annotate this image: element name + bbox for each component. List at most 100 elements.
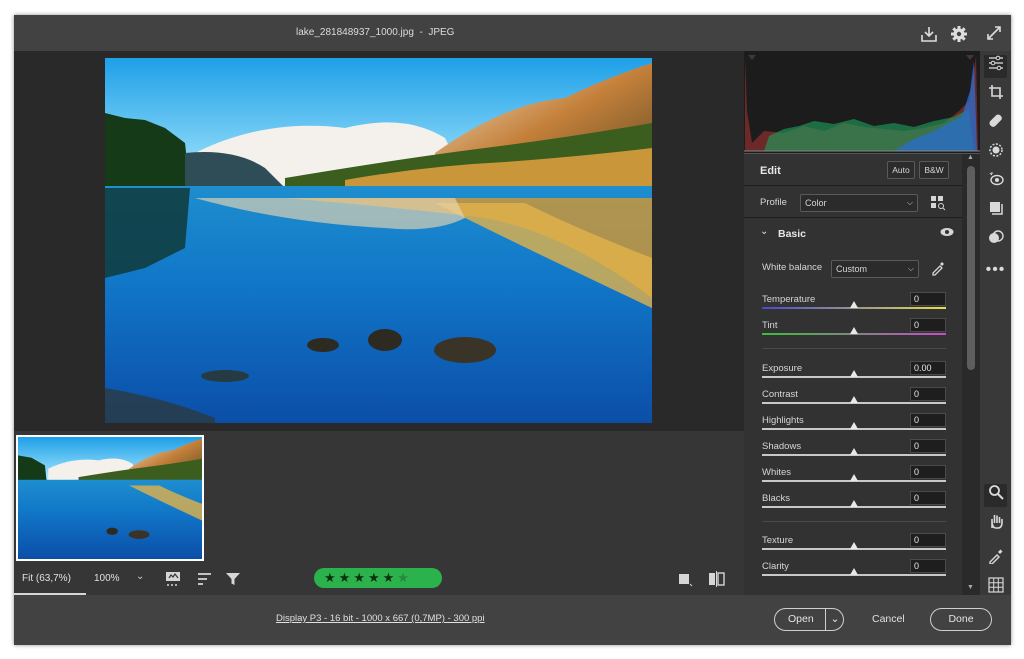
presets-icon[interactable]: [984, 229, 1007, 252]
slider-value-input[interactable]: 0: [910, 318, 946, 332]
filmstrip: [14, 431, 744, 565]
zoom-select[interactable]: 100%: [94, 573, 120, 584]
edit-title: Edit: [760, 165, 781, 177]
flag-filter-icon[interactable]: [164, 570, 184, 591]
eyedropper-icon[interactable]: [930, 260, 946, 279]
slider-label: Shadows: [762, 441, 802, 452]
filmstrip-thumbnail[interactable]: [16, 435, 204, 561]
fit-zoom-button[interactable]: Fit (63,7%): [14, 565, 86, 595]
panel-scrollbar[interactable]: ▲ ▼: [962, 154, 980, 595]
slider-thumb[interactable]: [850, 474, 858, 481]
chevron-down-icon[interactable]: ⌄: [825, 609, 844, 630]
healing-brush-icon[interactable]: [984, 113, 1007, 136]
slider-label: Contrast: [762, 389, 798, 400]
expand-icon[interactable]: [986, 25, 1002, 45]
slider-value-input[interactable]: 0.00: [910, 361, 946, 375]
slider-thumb[interactable]: [850, 448, 858, 455]
slider-value-input[interactable]: 0: [910, 292, 946, 306]
section-divider: [762, 521, 946, 522]
edit-header: Edit Auto B&W: [744, 154, 962, 186]
white-balance-label: White balance: [762, 262, 823, 273]
profile-browser-icon[interactable]: [930, 195, 946, 214]
done-button[interactable]: Done: [930, 608, 992, 631]
profile-label: Profile: [760, 197, 787, 208]
sort-icon[interactable]: [196, 570, 214, 591]
download-icon[interactable]: [920, 25, 938, 47]
slider-thumb[interactable]: [850, 327, 858, 334]
edit-panel: Edit Auto B&W Profile Color ⌵ ⌄ Basic Whi…: [744, 154, 980, 595]
gear-icon[interactable]: [950, 25, 968, 47]
workflow-options-link[interactable]: Display P3 - 16 bit - 1000 x 667 (0,7MP)…: [276, 613, 485, 624]
profile-value: Color: [805, 198, 827, 208]
image-canvas[interactable]: [14, 51, 744, 431]
hand-icon[interactable]: [984, 513, 1007, 536]
star-icon[interactable]: ★: [324, 570, 339, 585]
slider-label: Clarity: [762, 561, 789, 572]
chevron-down-icon: ⌵: [907, 264, 914, 273]
slider-label: Texture: [762, 535, 794, 546]
view-bar: Fit (63,7%) 100% ⌄ ★★★★★★: [14, 565, 744, 595]
auto-button[interactable]: Auto: [887, 161, 915, 179]
slider-thumb[interactable]: [850, 370, 858, 377]
filter-icon[interactable]: [224, 570, 242, 591]
slider-label: Temperature: [762, 294, 816, 305]
zoom-icon[interactable]: [984, 484, 1007, 507]
basic-title: Basic: [778, 228, 807, 240]
star-icon[interactable]: ★: [339, 570, 354, 585]
basic-section-header[interactable]: ⌄ Basic: [744, 218, 962, 244]
tool-strip: •••: [980, 51, 1011, 595]
scroll-down-icon[interactable]: ▼: [967, 584, 974, 591]
slider-value-input[interactable]: 0: [910, 533, 946, 547]
slider-value-input[interactable]: 0: [910, 387, 946, 401]
slider-value-input[interactable]: 0: [910, 413, 946, 427]
redeye-icon[interactable]: [984, 171, 1007, 194]
title-bar: lake_281848937_1000.jpg - JPEG: [14, 15, 1011, 51]
scroll-up-icon[interactable]: ▲: [967, 154, 974, 161]
slider-value-input[interactable]: 0: [910, 491, 946, 505]
section-divider: [762, 348, 946, 349]
slider-thumb[interactable]: [850, 422, 858, 429]
scrollbar-thumb[interactable]: [967, 166, 975, 370]
star-icon[interactable]: ★: [397, 570, 412, 585]
slider-thumb[interactable]: [850, 542, 858, 549]
slider-thumb[interactable]: [850, 396, 858, 403]
single-view-icon[interactable]: [676, 570, 694, 591]
mask-icon[interactable]: [984, 142, 1007, 165]
chevron-down-icon[interactable]: ⌄: [760, 226, 768, 237]
compare-view-icon[interactable]: [707, 570, 727, 591]
star-icon[interactable]: ★: [353, 570, 368, 585]
crop-icon[interactable]: [984, 84, 1007, 107]
slider-thumb[interactable]: [850, 500, 858, 507]
profile-row: Profile Color ⌵: [744, 186, 962, 218]
star-icon[interactable]: ★: [383, 570, 398, 585]
chevron-down-icon[interactable]: ⌄: [136, 571, 144, 582]
white-balance-select[interactable]: Custom ⌵: [831, 260, 919, 278]
more-icon[interactable]: •••: [984, 258, 1007, 281]
cancel-button[interactable]: Cancel: [872, 613, 905, 625]
chevron-down-icon: ⌵: [906, 198, 913, 207]
bw-button[interactable]: B&W: [919, 161, 949, 179]
profile-select[interactable]: Color ⌵: [800, 194, 918, 212]
eyedropper-icon[interactable]: [984, 548, 1007, 571]
status-bar: Display P3 - 16 bit - 1000 x 667 (0,7MP)…: [14, 595, 1011, 645]
eye-icon[interactable]: [940, 227, 954, 240]
adjust-sliders-icon[interactable]: [984, 55, 1007, 78]
main-photo: [105, 58, 652, 423]
slider-label: Tint: [762, 320, 778, 331]
slider-label: Highlights: [762, 415, 804, 426]
open-label: Open: [788, 613, 814, 625]
slider-value-input[interactable]: 0: [910, 559, 946, 573]
slider-value-input[interactable]: 0: [910, 439, 946, 453]
slider-label: Blacks: [762, 493, 790, 504]
histogram: [744, 51, 980, 154]
open-button[interactable]: Open ⌄: [774, 608, 844, 631]
snapshots-icon[interactable]: [984, 200, 1007, 223]
slider-thumb[interactable]: [850, 568, 858, 575]
document-title: lake_281848937_1000.jpg - JPEG: [296, 27, 455, 38]
slider-thumb[interactable]: [850, 301, 858, 308]
star-icon[interactable]: ★: [368, 570, 383, 585]
star-rating[interactable]: ★★★★★★: [314, 568, 442, 588]
slider-value-input[interactable]: 0: [910, 465, 946, 479]
app-window: lake_281848937_1000.jpg - JPEG Fit (63,7…: [14, 15, 1011, 645]
slider-label: Whites: [762, 467, 792, 478]
